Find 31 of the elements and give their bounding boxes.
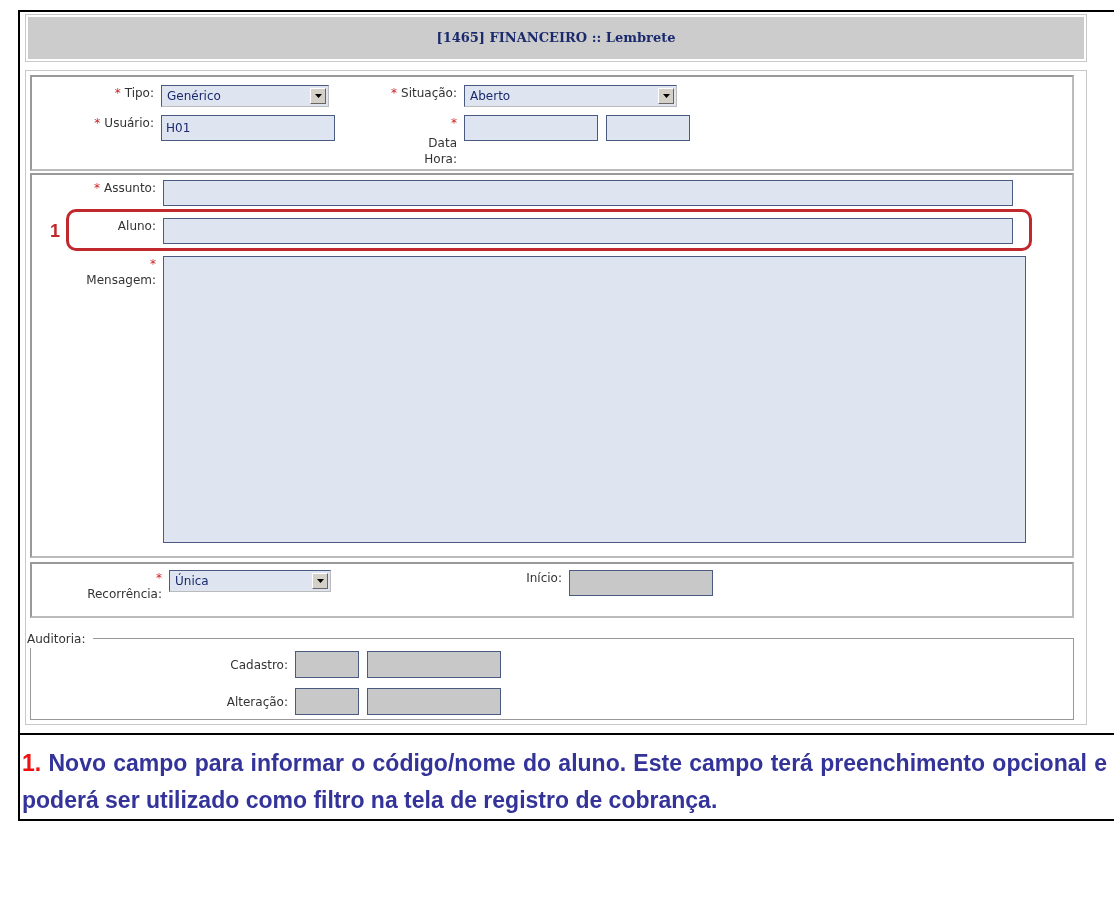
input-field[interactable] — [464, 115, 598, 141]
field-label: Cadastro: — [230, 656, 288, 673]
field-label: Aluno: — [117, 218, 156, 234]
input-field[interactable] — [163, 180, 1013, 206]
dropdown[interactable]: Genérico — [161, 85, 329, 107]
required-asterisk: * — [451, 115, 457, 131]
input-field[interactable]: H01 — [161, 115, 335, 141]
input-field[interactable] — [163, 218, 1013, 244]
window-title: [1465] FINANCEIRO :: Lembrete — [28, 17, 1084, 59]
field-label: Tipo: — [124, 85, 154, 101]
field-label: Assunto: — [104, 180, 156, 196]
required-asterisk: * — [94, 115, 101, 131]
dropdown[interactable]: Única — [169, 570, 331, 592]
field-label: Alteração: — [226, 693, 288, 710]
dropdown[interactable]: Aberto — [464, 85, 677, 107]
note-text: 1. Novo campo para informar o código/nome do aluno. Este campo terá preenchimento opcional e poderá ser utilizado como filtro na tela de registro de cobrança. — [22, 749, 1107, 815]
fieldset-legend: Auditoria: — [27, 630, 94, 648]
field-label: Recorrência: — [87, 586, 162, 602]
field-label: Mensagem: — [86, 272, 156, 288]
field-label: Usuário: — [104, 115, 154, 131]
required-asterisk: * — [156, 570, 162, 586]
field-label: Início: — [526, 570, 562, 586]
field-label: Situação: — [401, 85, 457, 101]
input-field[interactable] — [606, 115, 690, 141]
required-asterisk: * — [94, 180, 100, 196]
field-label: Data Hora: — [423, 135, 457, 167]
required-asterisk: * — [150, 256, 156, 272]
textarea-field[interactable] — [163, 256, 1026, 543]
required-asterisk: * — [114, 85, 121, 101]
required-asterisk: * — [391, 85, 398, 101]
callout-number: 1 — [50, 220, 60, 243]
